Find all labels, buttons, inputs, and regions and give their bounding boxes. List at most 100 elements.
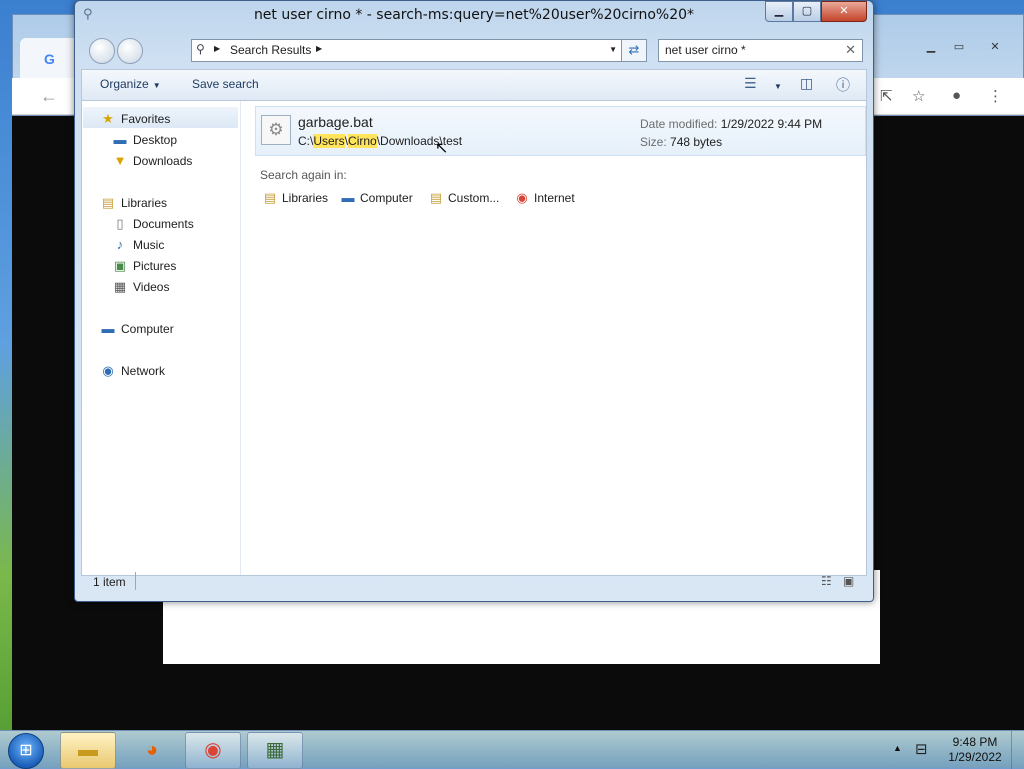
nav-documents[interactable]: ▯ Documents <box>112 216 193 232</box>
videos-icon: ▦ <box>113 279 127 294</box>
chrome-menu-icon[interactable]: ⋮ <box>988 87 1003 105</box>
chrome-maximize-button[interactable]: ▭ <box>946 40 972 56</box>
close-button[interactable]: ✕ <box>821 1 867 22</box>
nav-music[interactable]: ♪ Music <box>112 237 165 252</box>
network-icon: ◉ <box>102 363 114 378</box>
file-size-value: 748 bytes <box>670 135 723 149</box>
show-desktop-button[interactable] <box>1011 731 1024 769</box>
breadcrumb-search-results[interactable]: Search Results <box>230 43 311 57</box>
search-again-internet-label: Internet <box>534 191 575 205</box>
back-arrow-icon[interactable] <box>89 38 115 64</box>
nav-music-label: Music <box>133 238 165 252</box>
nav-computer-label: Computer <box>121 322 174 336</box>
large-icons-view-icon[interactable]: ▣ <box>843 574 854 588</box>
search-again-internet[interactable]: ◉ Internet <box>514 190 575 206</box>
start-button[interactable]: ⊞ <box>8 733 44 769</box>
firefox-taskbar-button[interactable]: ◕ <box>124 732 180 769</box>
search-again-libraries[interactable]: ▤ Libraries <box>262 190 328 206</box>
chrome-taskbar-button[interactable]: ◉ <box>185 732 241 769</box>
search-again-label: Search again in: <box>260 168 347 182</box>
result-file-name: garbage.bat <box>298 114 373 130</box>
nav-desktop[interactable]: ▬ Desktop <box>112 132 178 147</box>
libraries-icon: ▤ <box>263 190 277 205</box>
chrome-minimize-button[interactable]: ▁ <box>918 40 944 56</box>
bookmark-star-icon[interactable]: ☆ <box>912 87 925 105</box>
desktop-icon: ▬ <box>113 132 127 147</box>
address-bar[interactable]: ⚲ ▶ Search Results ▶ ▼ <box>191 39 624 62</box>
search-result-item[interactable]: ⚙ garbage.bat C:\Users\Cirno\Downloads\t… <box>255 106 866 156</box>
views-dropdown-icon[interactable]: ▼ <box>770 78 782 92</box>
breadcrumb-arrow-icon[interactable]: ▶ <box>316 44 322 53</box>
navigation-pane: ★ Favorites ▬ Desktop ▼ Downloads ▤ Librarie… <box>82 101 241 575</box>
nav-computer[interactable]: ▬ Computer <box>100 321 174 336</box>
chrome-close-button[interactable]: ✕ <box>982 40 1008 56</box>
file-size-label: Size: <box>640 135 667 149</box>
nav-libraries[interactable]: ▤ Libraries <box>100 195 167 211</box>
share-icon[interactable]: ⇱ <box>880 87 893 105</box>
network-tray-icon[interactable]: ⊟ <box>915 740 928 758</box>
forward-arrow-icon[interactable] <box>117 38 143 64</box>
downloads-folder-icon: ▼ <box>113 153 127 168</box>
status-separator <box>135 572 136 590</box>
breadcrumb-arrow-icon[interactable]: ▶ <box>214 44 220 53</box>
search-input[interactable] <box>665 43 835 57</box>
documents-icon: ▯ <box>116 216 124 231</box>
nav-videos[interactable]: ▦ Videos <box>112 279 170 295</box>
preview-pane-icon[interactable]: ◫ <box>800 75 813 92</box>
maximize-button[interactable]: ▢ <box>793 1 821 22</box>
command-bar: Organize ▼ Save search ☰ ▼ ◫ ⓘ <box>81 69 867 100</box>
pictures-icon: ▣ <box>113 258 127 273</box>
music-icon: ♪ <box>116 237 124 252</box>
computer-icon: ▬ <box>101 321 115 336</box>
folder-icon: ▬ <box>78 739 98 761</box>
custom-folder-icon: ▤ <box>429 190 443 205</box>
refresh-icon[interactable]: ⇄ <box>621 39 647 62</box>
chevron-down-icon: ▼ <box>774 82 782 91</box>
google-icon: G <box>44 51 55 67</box>
explorer-taskbar-button[interactable]: ▬ <box>60 732 116 769</box>
chrome-back-icon[interactable]: ← <box>40 86 58 107</box>
search-again-computer-label: Computer <box>360 191 413 205</box>
date-modified-value: 1/29/2022 9:44 PM <box>720 117 823 131</box>
views-icon[interactable]: ☰ <box>744 75 757 92</box>
minimize-button[interactable]: ▁ <box>765 1 793 22</box>
clock-time: 9:48 PM <box>952 735 998 749</box>
nav-network[interactable]: ◉ Network <box>100 363 165 379</box>
date-modified: Date modified: 1/29/2022 9:44 PM <box>640 117 822 131</box>
clock[interactable]: 9:48 PM 1/29/2022 <box>940 735 1010 765</box>
nav-videos-label: Videos <box>133 280 170 294</box>
save-search-button[interactable]: Save search <box>192 77 259 91</box>
nav-network-label: Network <box>121 364 166 378</box>
clock-date: 1/29/2022 <box>948 750 1002 764</box>
item-count: 1 item <box>93 575 126 589</box>
nav-libraries-label: Libraries <box>121 196 168 210</box>
search-again-computer[interactable]: ▬ Computer <box>340 190 413 205</box>
chrome-icon: ◉ <box>516 190 528 205</box>
chrome-icon: ◉ <box>204 739 222 761</box>
search-box[interactable]: ✕ <box>658 39 863 62</box>
status-bar: 1 item ☷ ▣ <box>81 569 865 595</box>
address-search-icon: ⚲ <box>196 42 205 56</box>
organize-button[interactable]: Organize ▼ <box>100 77 161 91</box>
caption-buttons: ▁ ▢ ✕ <box>765 1 867 22</box>
details-view-icon[interactable]: ☷ <box>821 574 832 588</box>
address-dropdown-icon[interactable]: ▼ <box>609 45 617 54</box>
path-highlight-users: Users <box>313 134 345 148</box>
search-again-custom[interactable]: ▤ Custom... <box>428 190 500 206</box>
clear-search-icon[interactable]: ✕ <box>845 42 856 58</box>
nav-downloads[interactable]: ▼ Downloads <box>112 153 193 168</box>
libraries-icon: ▤ <box>101 195 115 210</box>
path-prefix: C:\ <box>298 134 314 148</box>
window-title: net user cirno * - search-ms:query=net%2… <box>253 7 695 23</box>
firefox-icon: ◕ <box>145 739 159 761</box>
show-hidden-icons-icon[interactable]: ▲ <box>893 743 902 753</box>
nav-pictures[interactable]: ▣ Pictures <box>112 258 177 274</box>
nav-favorites[interactable]: ★ Favorites <box>100 111 170 127</box>
task-manager-taskbar-button[interactable]: ▦ <box>247 732 303 769</box>
taskbar: ⊞ ▬ ◕ ◉ ▦ ▲ ⊟ 9:48 PM 1/29/2022 <box>0 730 1024 769</box>
profile-icon[interactable]: ● <box>952 87 961 104</box>
search-again-libraries-label: Libraries <box>282 191 329 205</box>
help-icon[interactable]: ⓘ <box>836 75 850 95</box>
chevron-down-icon: ▼ <box>152 81 161 90</box>
batch-file-icon: ⚙ <box>261 115 291 145</box>
